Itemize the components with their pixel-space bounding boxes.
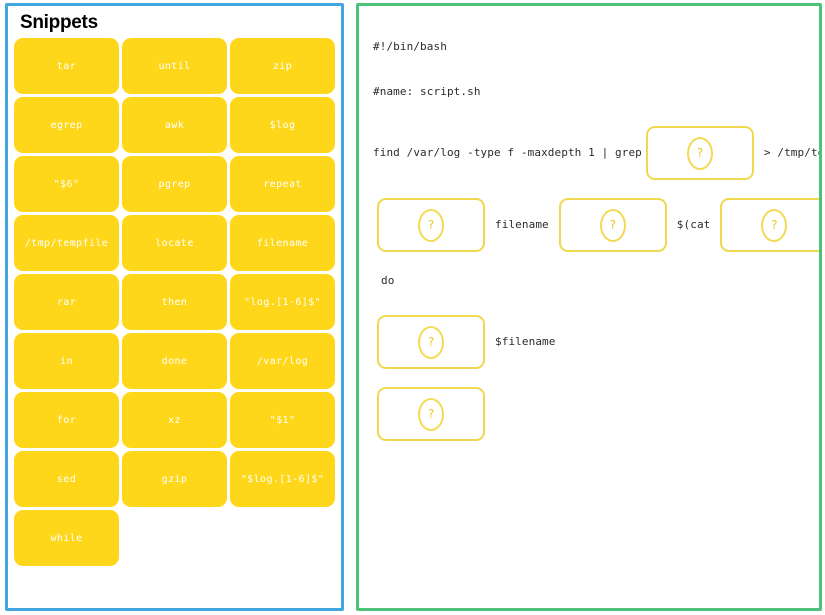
drop-zone-in-keyword[interactable]: ? bbox=[558, 198, 667, 252]
snippet-tile[interactable]: /tmp/tempfile bbox=[14, 215, 119, 271]
snippet-tile[interactable]: sed bbox=[14, 451, 119, 507]
code-text-do: do bbox=[381, 274, 395, 287]
snippet-tile[interactable]: for bbox=[14, 392, 119, 448]
snippet-grid: tar until zip egrep awk $log "$6" pgrep … bbox=[14, 38, 335, 566]
drop-zone-body-command[interactable]: ? bbox=[377, 315, 485, 369]
snippet-tile[interactable]: /var/log bbox=[230, 333, 335, 389]
snippet-tile[interactable]: gzip bbox=[122, 451, 227, 507]
snippet-tile[interactable]: "log.[1-6]$" bbox=[230, 274, 335, 330]
snippet-tile[interactable]: in bbox=[14, 333, 119, 389]
snippet-tile[interactable]: pgrep bbox=[122, 156, 227, 212]
snippet-tile[interactable]: "$1" bbox=[230, 392, 335, 448]
snippet-tile[interactable]: rar bbox=[14, 274, 119, 330]
question-mark-icon: ? bbox=[686, 136, 713, 170]
snippet-tile[interactable]: $log bbox=[230, 97, 335, 153]
code-text-find-redirect: > /tmp/tempfile bbox=[763, 146, 819, 159]
code-line-name-comment: #name: script.sh bbox=[373, 81, 819, 103]
question-mark-icon: ? bbox=[761, 208, 788, 242]
snippet-tile[interactable]: done bbox=[122, 333, 227, 389]
snippets-panel: Snippets tar until zip egrep awk $log "$… bbox=[5, 3, 344, 611]
drop-zone-loop-keyword[interactable]: ? bbox=[377, 198, 485, 252]
code-line-loop-header: ? filename ? $(cat ? ) bbox=[373, 198, 819, 252]
code-text-find-prefix: find /var/log -type f -maxdepth 1 | grep bbox=[373, 146, 642, 159]
snippet-tile[interactable]: while bbox=[14, 510, 119, 566]
code-line-shebang: #!/bin/bash bbox=[373, 36, 819, 58]
script-body: #!/bin/bash #name: script.sh find /var/l… bbox=[359, 6, 819, 441]
snippet-tile[interactable]: repeat bbox=[230, 156, 335, 212]
drop-zone-grep-pattern[interactable]: ? bbox=[645, 126, 754, 180]
question-mark-icon: ? bbox=[418, 397, 444, 431]
code-text-name-comment: #name: script.sh bbox=[373, 85, 481, 98]
code-text-filename-arg: $filename bbox=[495, 335, 556, 348]
snippet-tile[interactable]: xz bbox=[122, 392, 227, 448]
code-line-loop-end: ? bbox=[373, 387, 819, 441]
question-mark-icon: ? bbox=[418, 208, 444, 242]
snippet-tile[interactable]: locate bbox=[122, 215, 227, 271]
question-mark-icon: ? bbox=[418, 325, 444, 359]
code-text-cat-open: $(cat bbox=[676, 218, 711, 231]
snippet-tile[interactable]: then bbox=[122, 274, 227, 330]
snippet-tile[interactable]: filename bbox=[230, 215, 335, 271]
snippet-tile[interactable]: until bbox=[122, 38, 227, 94]
script-panel: #!/bin/bash #name: script.sh find /var/l… bbox=[356, 3, 822, 611]
page-title: Snippets bbox=[20, 12, 98, 33]
code-text-shebang: #!/bin/bash bbox=[373, 40, 447, 53]
exercise-workspace: Snippets tar until zip egrep awk $log "$… bbox=[0, 0, 825, 615]
snippet-tile[interactable]: "$log.[1-6]$" bbox=[230, 451, 335, 507]
question-mark-icon: ? bbox=[599, 208, 626, 242]
snippet-tile[interactable]: egrep bbox=[14, 97, 119, 153]
snippet-tile[interactable]: zip bbox=[230, 38, 335, 94]
code-line-body-command: ? $filename bbox=[373, 315, 819, 369]
snippet-tile[interactable]: tar bbox=[14, 38, 119, 94]
drop-zone-cat-target[interactable]: ? bbox=[720, 198, 819, 252]
snippet-tile[interactable]: "$6" bbox=[14, 156, 119, 212]
code-line-do: do bbox=[373, 270, 819, 292]
snippet-tile[interactable]: awk bbox=[122, 97, 227, 153]
code-text-filename-var: filename bbox=[495, 218, 549, 231]
code-line-find: find /var/log -type f -maxdepth 1 | grep… bbox=[373, 126, 819, 180]
drop-zone-loop-end[interactable]: ? bbox=[377, 387, 485, 441]
